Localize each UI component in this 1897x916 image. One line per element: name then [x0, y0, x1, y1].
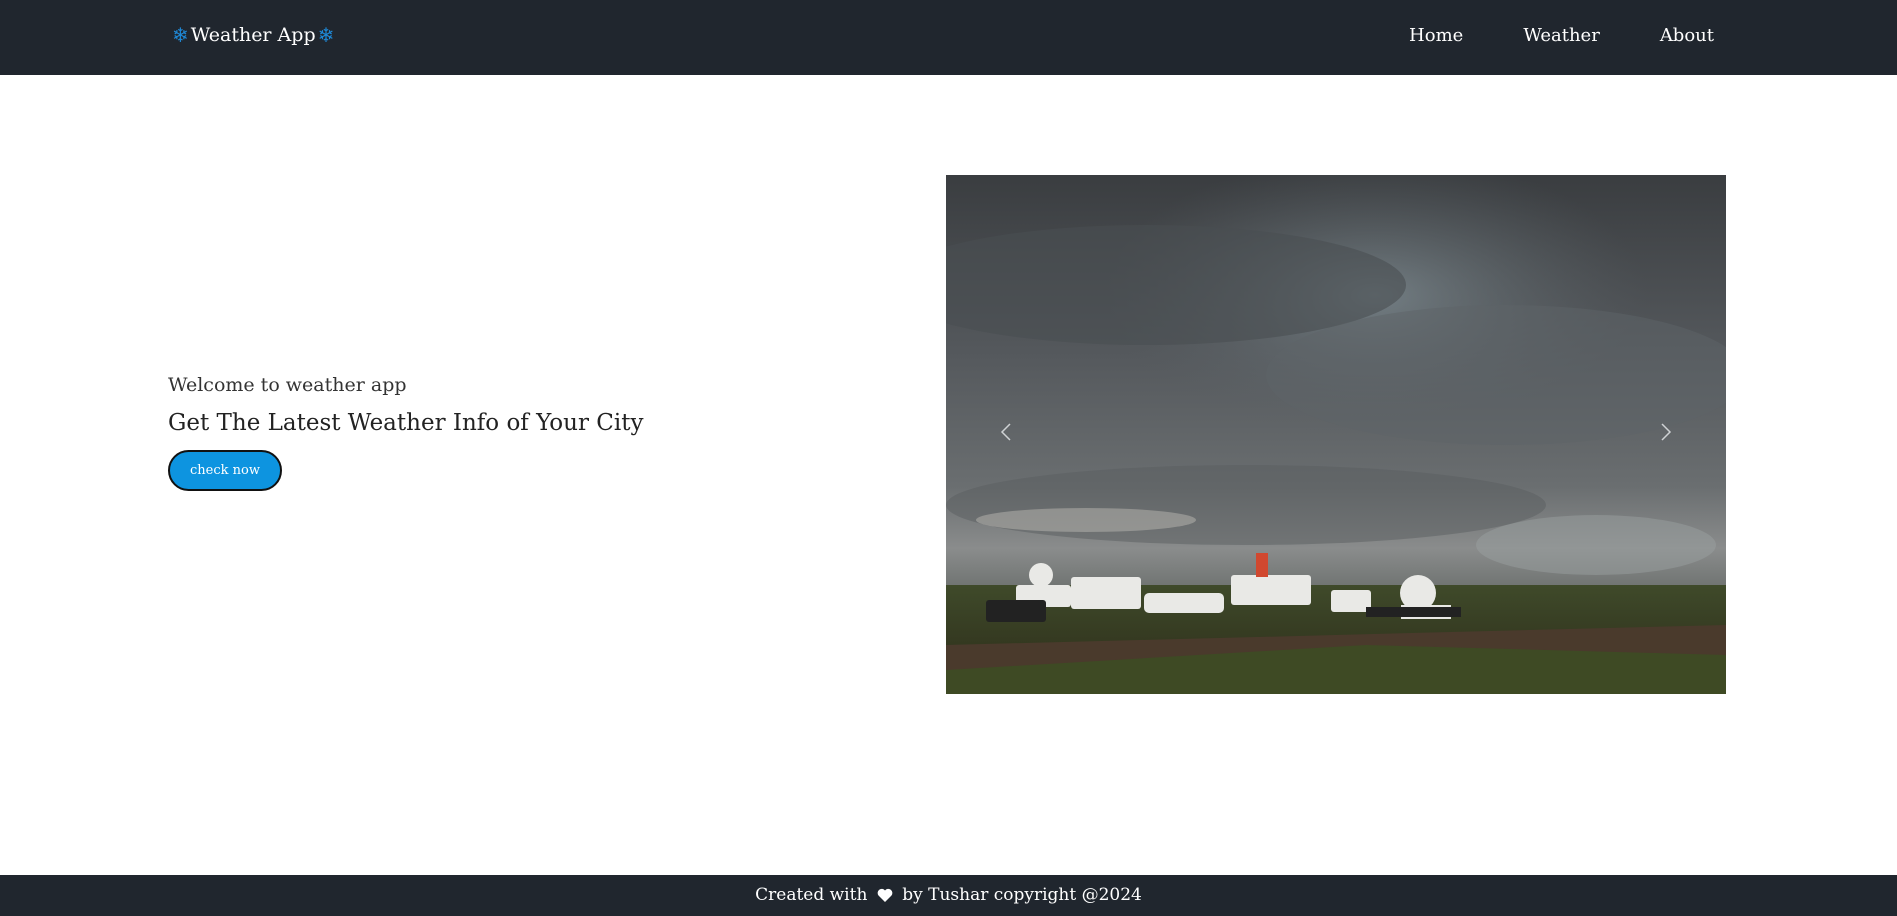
footer-text-before: Created with	[755, 885, 868, 905]
check-now-button[interactable]: check now	[168, 450, 282, 491]
snowflake-icon: ❄	[317, 23, 335, 47]
nav-links: Home Weather About	[1349, 25, 1714, 46]
nav-link-about[interactable]: About	[1660, 25, 1714, 46]
brand-title: Weather App	[190, 24, 316, 46]
chevron-left-icon	[1000, 423, 1011, 441]
snowflake-icon: ❄	[172, 23, 189, 47]
hero-text: Welcome to weather app Get The Latest We…	[168, 374, 868, 491]
chevron-right-icon	[1661, 423, 1672, 441]
carousel-next-button[interactable]	[1646, 412, 1686, 452]
storm-clouds-over-vehicles-photo	[946, 175, 1726, 694]
footer-text-after: by Tushar copyright @2024	[902, 885, 1142, 905]
image-carousel	[946, 175, 1726, 694]
footer: Created with by Tushar copyright @2024	[0, 875, 1897, 916]
nav-link-weather[interactable]: Weather	[1523, 25, 1600, 46]
nav-link-home[interactable]: Home	[1409, 25, 1463, 46]
heart-icon	[877, 888, 893, 902]
hero-subtitle: Welcome to weather app	[168, 374, 407, 396]
navbar: ❄ Weather App ❄ Home Weather About	[0, 0, 1897, 75]
carousel-prev-button[interactable]	[986, 412, 1026, 452]
brand-link[interactable]: ❄ Weather App ❄	[172, 24, 334, 46]
hero-headline: Get The Latest Weather Info of Your City	[168, 410, 644, 436]
